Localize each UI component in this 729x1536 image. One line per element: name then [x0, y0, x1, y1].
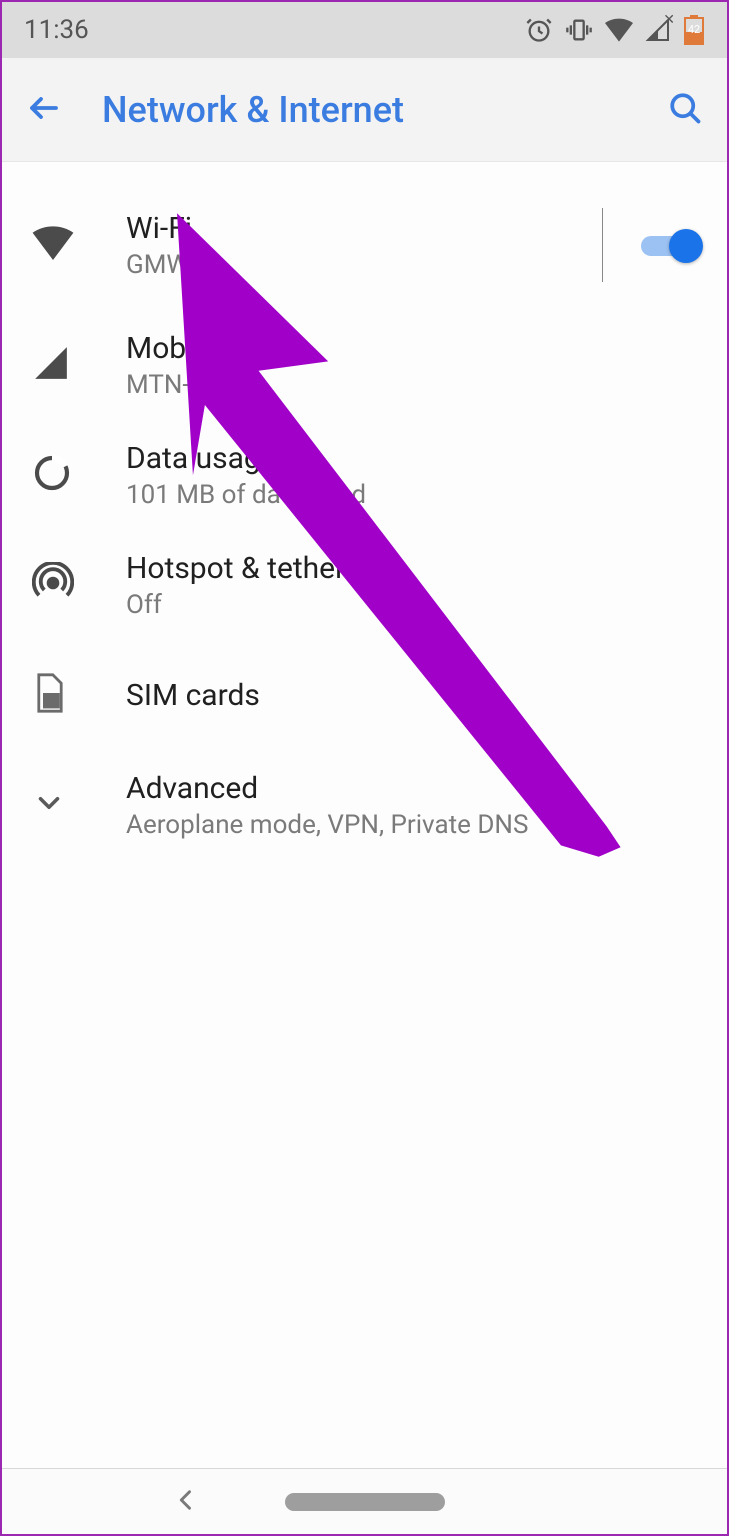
- row-subtitle: Off: [126, 590, 703, 620]
- row-title: Wi-Fi: [126, 211, 602, 246]
- row-subtitle: 101 MB of data used: [126, 480, 703, 510]
- sim-card-icon: [32, 672, 68, 718]
- row-data-usage[interactable]: Data usage 101 MB of data used: [2, 420, 727, 530]
- row-mobile[interactable]: Mobile MTN-NG: [2, 310, 727, 420]
- vibrate-icon: [565, 16, 593, 44]
- wifi-toggle[interactable]: [641, 227, 703, 263]
- chevron-down-icon: [32, 786, 66, 824]
- alarm-icon: [525, 16, 553, 44]
- row-hotspot[interactable]: Hotspot & tethering Off: [2, 530, 727, 640]
- row-wifi[interactable]: Wi-Fi GMW: [2, 180, 727, 310]
- cellular-icon: [32, 344, 70, 386]
- status-icons: ✕ 42: [525, 15, 705, 45]
- battery-icon: 42: [683, 15, 705, 45]
- nav-home-pill[interactable]: [285, 1493, 445, 1511]
- settings-list: Wi-Fi GMW Mobile MTN-NG: [2, 162, 727, 1468]
- row-title: Mobile: [126, 331, 703, 366]
- row-title: SIM cards: [126, 678, 703, 713]
- status-bar: 11:36 ✕ 42: [2, 2, 727, 58]
- row-advanced[interactable]: Advanced Aeroplane mode, VPN, Private DN…: [2, 750, 727, 860]
- row-sim-cards[interactable]: SIM cards: [2, 640, 727, 750]
- row-title: Data usage: [126, 441, 703, 476]
- nav-back-button[interactable]: [172, 1486, 200, 1518]
- wifi-icon: [32, 226, 74, 264]
- data-usage-icon: [32, 453, 72, 497]
- status-time: 11:36: [24, 15, 89, 45]
- row-title: Hotspot & tethering: [126, 551, 703, 586]
- row-title: Advanced: [126, 771, 703, 806]
- row-subtitle: MTN-NG: [126, 370, 703, 400]
- app-bar: Network & Internet: [2, 58, 727, 162]
- cellular-status-icon: ✕: [645, 18, 671, 42]
- divider: [602, 208, 603, 282]
- search-button[interactable]: [667, 90, 703, 130]
- row-subtitle: Aeroplane mode, VPN, Private DNS: [126, 810, 703, 840]
- back-button[interactable]: [26, 90, 62, 130]
- wifi-status-icon: [605, 18, 633, 42]
- page-title: Network & Internet: [102, 89, 627, 131]
- navigation-bar: [2, 1468, 727, 1534]
- row-subtitle: GMW: [126, 250, 602, 280]
- hotspot-icon: [32, 562, 74, 608]
